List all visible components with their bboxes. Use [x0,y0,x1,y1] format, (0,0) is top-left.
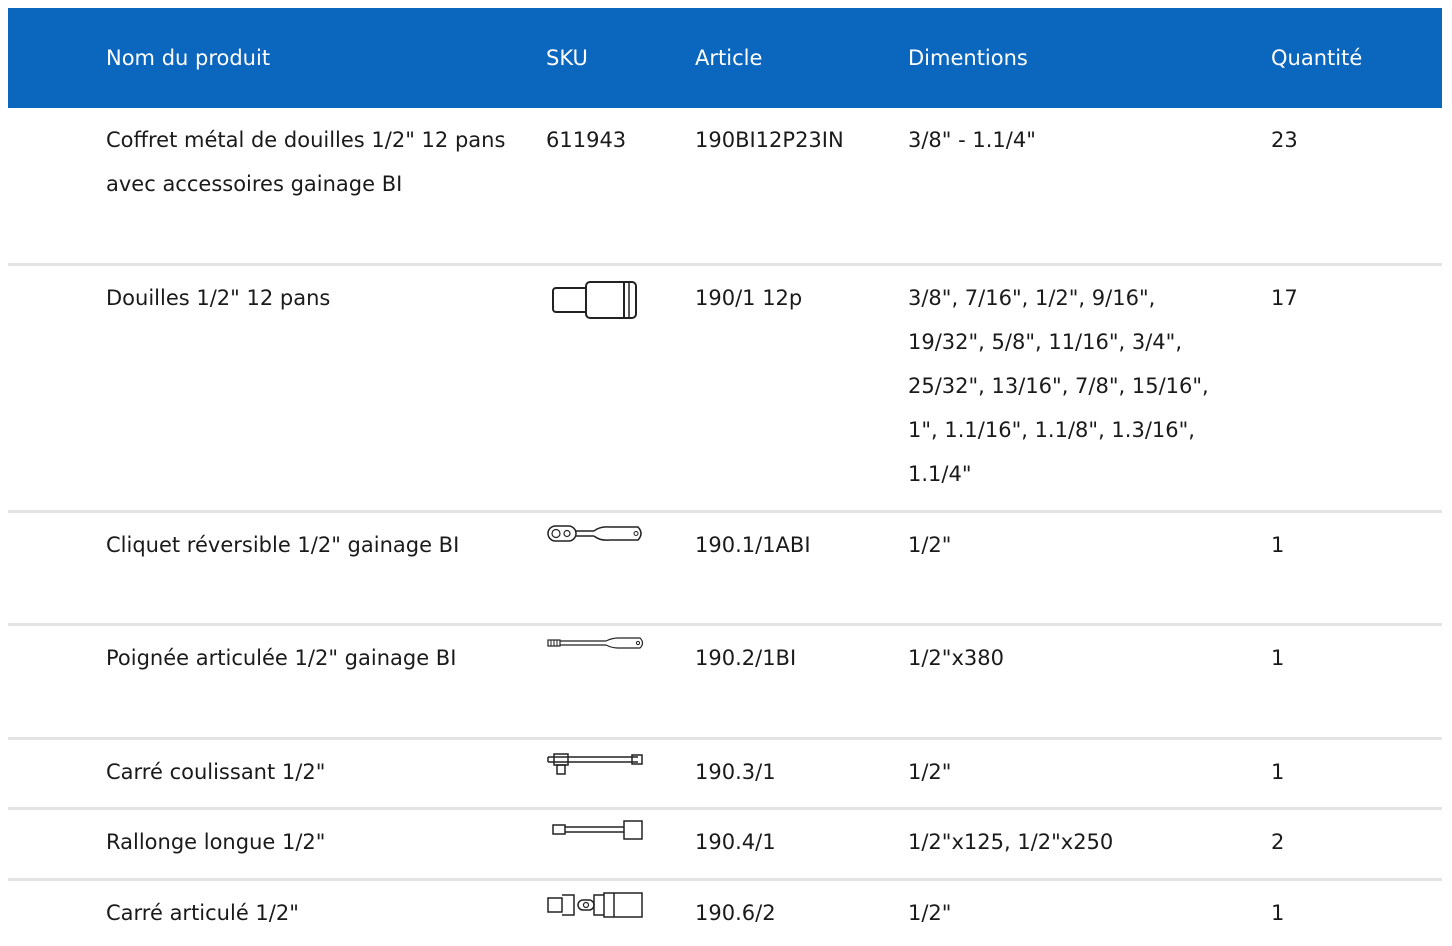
product-dimensions: 1/2" [908,533,952,557]
product-name: Carré coulissant 1/2" [106,760,326,784]
breaker-bar-icon [547,636,644,650]
ratchet-icon [547,523,644,545]
product-name: Carré articulé 1/2" [106,901,299,925]
product-quantity: 1 [1271,646,1285,670]
header-dimensions: Dimentions [908,46,1028,70]
product-dimensions: 3/8", 7/16", 1/2", 9/16", 19/32", 5/8", … [908,286,1209,486]
universal-joint-icon [547,891,644,921]
product-article: 190.4/1 [695,830,776,854]
product-article: 190.6/2 [695,901,776,925]
product-article: 190.3/1 [695,760,776,784]
product-name: Douilles 1/2" 12 pans [106,286,331,310]
product-sku: 611943 [546,128,627,152]
product-dimensions: 1/2" [908,901,952,925]
table-row: Carré coulissant 1/2" 190.3/1 1/2" 1 [8,740,1442,810]
product-name: Coffret métal de douilles 1/2" 12 pans a… [106,128,506,196]
product-name: Poignée articulée 1/2" gainage BI [106,646,457,670]
product-dimensions: 1/2"x125, 1/2"x250 [908,830,1114,854]
header-sku: SKU [546,46,588,70]
product-name: Rallonge longue 1/2" [106,830,326,854]
socket-icon [548,280,640,320]
product-dimensions: 3/8" - 1.1/4" [908,128,1036,152]
product-dimensions: 1/2" [908,760,952,784]
extension-bar-icon [548,820,644,842]
product-quantity: 2 [1271,830,1285,854]
table-row: Coffret métal de douilles 1/2" 12 pans a… [8,108,1442,266]
header-article: Article [695,46,763,70]
table-row: Douilles 1/2" 12 pans 190/1 12p 3/8", 7/… [8,266,1442,513]
product-quantity: 23 [1271,128,1298,152]
sliding-t-bar-icon [547,750,644,780]
header-quantity: Quantité [1271,46,1363,70]
product-quantity: 1 [1271,760,1285,784]
table-row: Cliquet réversible 1/2" gainage BI 190.1… [8,513,1442,626]
product-article: 190.2/1BI [695,646,797,670]
table-row: Rallonge longue 1/2" 190.4/1 1/2"x125, 1… [8,810,1442,881]
table-header: Nom du produit SKU Article Dimentions Qu… [8,8,1442,108]
product-name: Cliquet réversible 1/2" gainage BI [106,533,460,557]
product-table: Nom du produit SKU Article Dimentions Qu… [8,8,1442,946]
product-article: 190BI12P23IN [695,128,844,152]
product-dimensions: 1/2"x380 [908,646,1004,670]
product-quantity: 1 [1271,901,1285,925]
product-article: 190.1/1ABI [695,533,811,557]
header-name: Nom du produit [106,46,271,70]
product-quantity: 17 [1271,286,1298,310]
product-quantity: 1 [1271,533,1285,557]
table-row: Carré articulé 1/2" 190.6/2 1/2" 1 [8,881,1442,946]
table-row: Poignée articulée 1/2" gainage BI 190.2/… [8,626,1442,740]
product-article: 190/1 12p [695,286,803,310]
